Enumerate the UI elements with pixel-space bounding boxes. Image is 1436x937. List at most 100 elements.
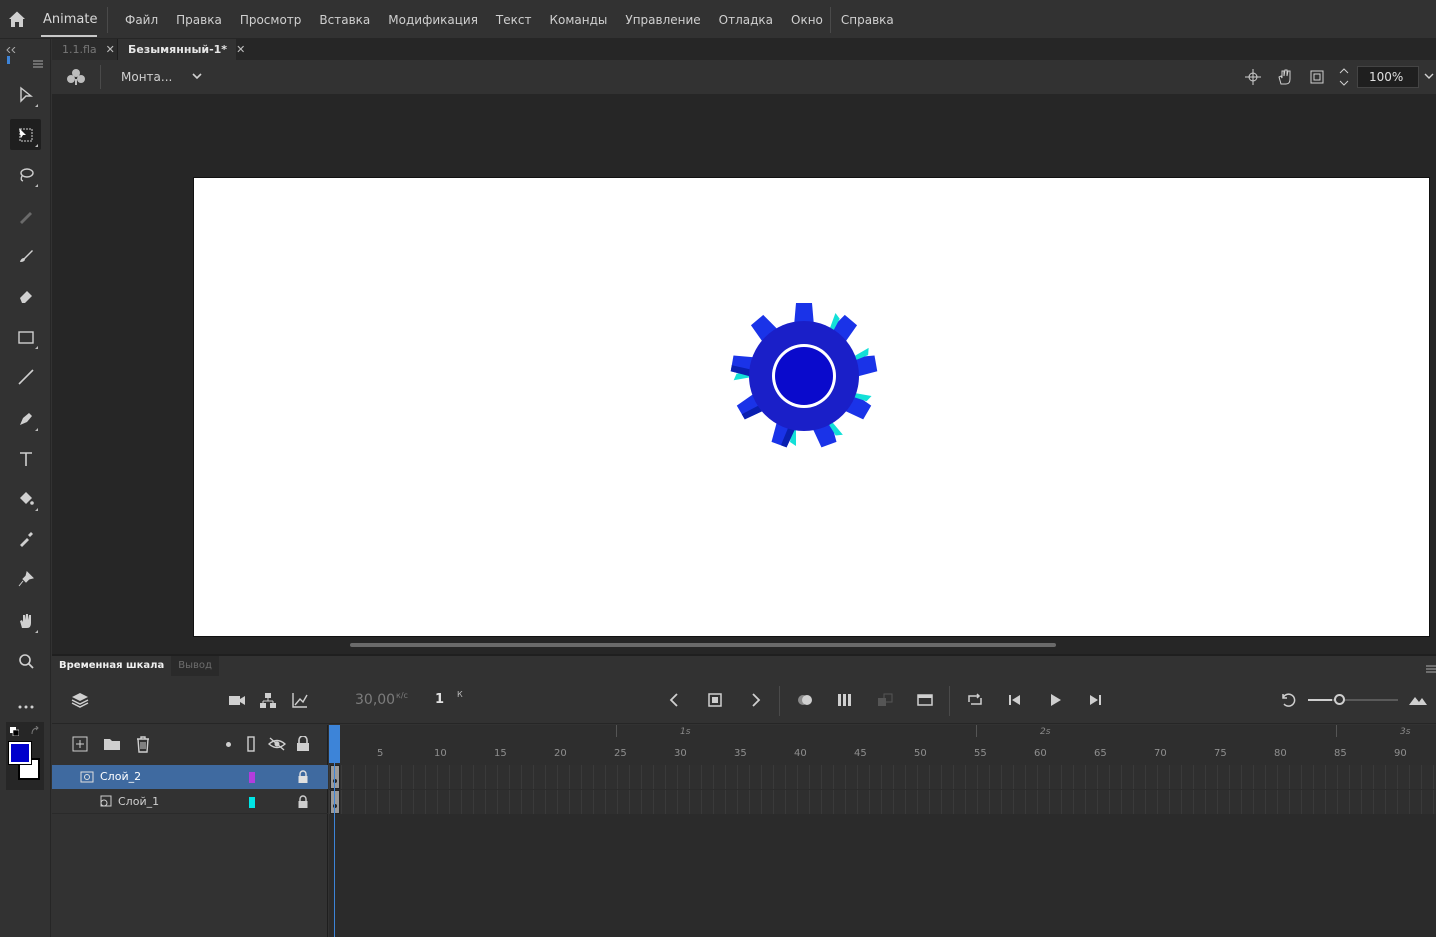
swap-colors-icon[interactable] xyxy=(30,725,40,735)
reset-zoom-icon[interactable] xyxy=(1278,690,1298,710)
frame-ruler[interactable]: 1s 2s 3s 5 10 15 20 25 30 35 40 45 50 55… xyxy=(329,725,1436,765)
rectangle-tool[interactable] xyxy=(10,321,41,352)
chevron-down-icon[interactable] xyxy=(190,69,204,83)
tab-output[interactable]: Вывод xyxy=(171,656,219,676)
edit-multiple-frames-icon[interactable] xyxy=(835,690,855,710)
parenting-icon[interactable] xyxy=(258,690,278,710)
layer-row[interactable]: Слой_2 xyxy=(52,765,328,789)
layer-name[interactable]: Слой_1 xyxy=(118,795,159,808)
default-colors-icon[interactable] xyxy=(10,725,20,737)
menu-view[interactable]: Просмотр xyxy=(231,13,311,27)
menu-list: Файл Правка Просмотр Вставка Модификация… xyxy=(116,0,903,39)
paint-bucket-tool[interactable] xyxy=(10,483,41,514)
text-tool[interactable] xyxy=(10,443,41,474)
zoom-tool[interactable] xyxy=(10,645,41,676)
pencil-tool[interactable] xyxy=(10,200,41,231)
panel-menu-icon[interactable] xyxy=(1426,662,1436,673)
menu-bar: Animate Файл Правка Просмотр Вставка Мод… xyxy=(0,0,1436,39)
mountains-icon[interactable] xyxy=(1408,690,1428,710)
tools-panel xyxy=(0,39,51,937)
loop-icon[interactable] xyxy=(965,690,985,710)
frame-row-layer-1[interactable] xyxy=(329,790,1436,814)
frame-row-layer-2[interactable] xyxy=(329,765,1436,789)
center-stage-icon[interactable] xyxy=(1244,68,1262,86)
step-forward-icon[interactable] xyxy=(1085,690,1105,710)
lock-icon[interactable] xyxy=(296,735,310,752)
line-tool[interactable] xyxy=(10,361,41,392)
pen-tool[interactable] xyxy=(10,403,41,434)
graph-icon[interactable] xyxy=(290,690,310,710)
menu-text[interactable]: Текст xyxy=(487,13,541,27)
menu-debug[interactable]: Отладка xyxy=(710,13,782,27)
fps-value[interactable]: 30,00 xyxy=(355,692,395,708)
collapse-icon[interactable] xyxy=(6,42,16,54)
keyframe[interactable] xyxy=(330,765,340,789)
menu-file[interactable]: Файл xyxy=(116,13,167,27)
lock-icon[interactable] xyxy=(296,795,310,809)
hand-tool[interactable] xyxy=(10,605,41,636)
insert-frame-icon[interactable] xyxy=(915,690,935,710)
new-layer-icon[interactable] xyxy=(72,736,88,752)
close-icon[interactable]: ✕ xyxy=(236,43,245,56)
lasso-tool[interactable] xyxy=(10,159,41,190)
zoom-input[interactable]: 100% xyxy=(1357,66,1419,88)
highlight-dot-icon[interactable] xyxy=(226,742,231,747)
clip-content-icon[interactable] xyxy=(1308,68,1326,86)
zoom-stepper[interactable] xyxy=(1337,65,1351,89)
scene-selector-label[interactable]: Монта... xyxy=(121,70,172,84)
layers-icon[interactable] xyxy=(70,690,90,710)
playhead[interactable] xyxy=(329,725,340,763)
home-icon[interactable] xyxy=(6,8,28,30)
camera-icon[interactable] xyxy=(227,690,247,710)
tab-document-2[interactable]: Безымянный-1* ✕ xyxy=(118,39,245,60)
tab-document-1[interactable]: 1.1.fla ✕ xyxy=(52,39,118,60)
gear-graphic[interactable] xyxy=(728,301,880,451)
timeline-zoom-handle[interactable] xyxy=(1334,694,1345,705)
eraser-tool[interactable] xyxy=(10,280,41,311)
menu-edit[interactable]: Правка xyxy=(167,13,231,27)
previous-keyframe-icon[interactable] xyxy=(665,690,685,710)
trash-icon[interactable] xyxy=(135,735,151,753)
horizontal-scrollbar[interactable] xyxy=(350,643,1056,647)
insert-keyframe-icon[interactable] xyxy=(705,690,725,710)
menu-modify[interactable]: Модификация xyxy=(379,13,487,27)
menu-window[interactable]: Окно xyxy=(782,13,832,27)
second-marker: 2s xyxy=(1040,727,1051,737)
outline-icon[interactable] xyxy=(247,736,255,752)
folder-icon[interactable] xyxy=(103,736,121,752)
eyedropper-tool[interactable] xyxy=(10,523,41,554)
more-tools-button[interactable] xyxy=(10,691,41,722)
free-transform-tool[interactable] xyxy=(10,119,41,150)
layer-name[interactable]: Слой_2 xyxy=(100,770,141,783)
app-name[interactable]: Animate xyxy=(43,12,97,27)
keyframe[interactable] xyxy=(330,790,340,814)
rotate-stage-icon[interactable] xyxy=(1276,68,1294,86)
layer-row[interactable]: Слой_1 xyxy=(52,790,328,814)
fill-color-swatch[interactable] xyxy=(9,742,31,764)
menu-commands[interactable]: Команды xyxy=(540,13,616,27)
panel-menu-icon[interactable] xyxy=(33,57,43,68)
visibility-icon[interactable] xyxy=(267,736,287,752)
frame-label: 50 xyxy=(914,748,927,759)
menu-help[interactable]: Справка xyxy=(832,13,903,27)
scene-icon[interactable] xyxy=(66,67,86,87)
sync-symbols-icon[interactable] xyxy=(875,690,895,710)
step-back-icon[interactable] xyxy=(1005,690,1025,710)
current-frame[interactable]: 1 xyxy=(435,692,444,707)
selection-tool[interactable] xyxy=(10,79,41,110)
tab-timeline[interactable]: Временная шкала xyxy=(52,656,172,676)
arrow-icon xyxy=(19,86,33,103)
layer-color-marker[interactable] xyxy=(249,797,255,808)
pin-tool[interactable] xyxy=(10,563,41,594)
brush-tool[interactable] xyxy=(10,240,41,271)
next-keyframe-icon[interactable] xyxy=(745,690,765,710)
onion-skin-icon[interactable] xyxy=(795,690,815,710)
play-icon[interactable] xyxy=(1045,690,1065,710)
menu-control[interactable]: Управление xyxy=(616,13,709,27)
lock-icon[interactable] xyxy=(296,770,310,784)
chevron-down-icon[interactable] xyxy=(1423,70,1435,82)
menu-insert[interactable]: Вставка xyxy=(310,13,379,27)
close-icon[interactable]: ✕ xyxy=(106,43,115,56)
stage[interactable] xyxy=(193,177,1430,637)
layer-color-marker[interactable] xyxy=(249,772,255,783)
